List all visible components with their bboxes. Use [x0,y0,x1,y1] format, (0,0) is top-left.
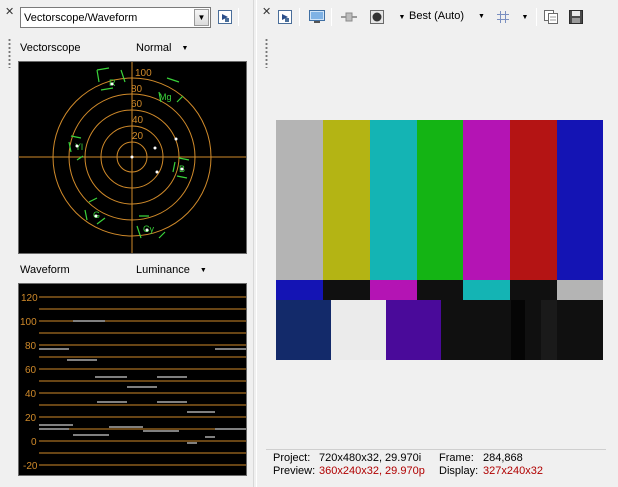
status-row-project: Project: 720x480x32, 29.970i Frame: 284,… [273,452,543,465]
preview-quality-value: Best (Auto) [409,10,465,22]
preview-quality-dropdown[interactable]: Best (Auto) ▼ [409,10,485,22]
ring-label: 60 [131,99,143,110]
scale-label: -20 [23,461,38,472]
frame-value: 284,868 [483,452,523,464]
display-label: Display: [439,465,479,477]
drag-grip-icon[interactable] [265,38,268,68]
preview-value: 360x240x32, 29.970p [319,465,425,477]
chevron-down-icon[interactable]: ▼ [194,9,209,26]
vectorscope-label: Vectorscope [20,42,81,54]
grid-icon [497,11,509,23]
color-bars-bottom [276,300,603,360]
toolbar-separator [238,8,239,26]
preview-settings-button[interactable] [276,8,294,26]
status-divider [266,449,606,450]
waveform-display: 120 100 80 60 40 20 0 -20 [18,283,247,476]
drag-grip-icon[interactable] [8,38,11,68]
vectorscope-mode-dropdown[interactable]: Normal ▼ [136,42,188,54]
ring-label: 40 [132,115,144,126]
external-monitor-button[interactable] [308,8,326,26]
project-label: Project: [273,452,311,464]
color-bars-middle [276,280,603,300]
scope-view-select-value: Vectorscope/Waveform [24,11,138,24]
close-icon[interactable]: ✕ [5,6,14,17]
overlay-icon [370,10,384,24]
grid-overlay-button[interactable] [494,8,512,26]
vectorscope-display: 100 80 60 40 20 R Mg B Cy G Yl [18,61,247,254]
status-row-preview: Preview: 360x240x32, 29.970p Display: 32… [273,465,543,478]
ring-label: 100 [135,68,152,79]
overlay-button[interactable] [368,8,386,26]
toolbar-separator [299,8,300,26]
display-value: 327x240x32 [483,465,543,477]
waveform-label: Waveform [20,264,70,276]
waveform-graph: 120 100 80 60 40 20 0 -20 [20,293,246,472]
settings-button[interactable] [216,8,234,26]
scale-label: 0 [31,437,37,448]
split-screen-button[interactable] [340,8,358,26]
waveform-mode-value: Luminance [136,264,190,276]
target-label: Mg [159,92,172,102]
copy-snapshot-button[interactable] [542,8,560,26]
pin-icon [218,10,232,24]
close-icon[interactable]: ✕ [262,6,271,17]
chevron-down-icon: ▼ [478,12,485,20]
color-bars [276,120,603,360]
scale-label: 40 [25,389,37,400]
toolbar-separator [536,8,537,26]
pin-icon [278,10,292,24]
vectorscope-graph: 100 80 60 40 20 R Mg B Cy G Yl [19,62,246,253]
waveform-mode-dropdown[interactable]: Luminance ▼ [136,264,207,276]
save-snapshot-button[interactable] [567,8,585,26]
vectorscope-mode-value: Normal [136,42,172,54]
scale-label: 20 [25,413,37,424]
video-preview-image[interactable] [276,120,603,360]
toolbar-separator [331,8,332,26]
project-value: 720x480x32, 29.970i [319,452,422,464]
copy-icon [544,10,558,24]
chevron-down-icon: ▼ [199,266,207,274]
chevron-down-icon: ▼ [181,44,189,52]
target-labels: R Mg B Cy G Yl [75,78,185,234]
scope-view-select[interactable]: Vectorscope/Waveform ▼ [20,7,211,28]
monitor-icon [309,10,325,23]
video-scopes-panel: ✕ Vectorscope/Waveform ▼ Vectorscope Nor… [0,0,253,487]
preview-status: Project: 720x480x32, 29.970i Frame: 284,… [273,452,543,478]
ring-label: 20 [132,131,144,142]
preview-label: Preview: [273,465,316,477]
scale-label: 120 [21,293,38,304]
split-icon [341,12,357,22]
waveform-grid [39,296,246,466]
scale-label: 80 [25,341,37,352]
waveform-traces [39,320,246,444]
scale-label: 60 [25,365,37,376]
color-bars-top [276,120,603,280]
waveform-scale-labels: 120 100 80 60 40 20 0 -20 [20,293,38,472]
target-label: Cy [143,224,154,234]
chevron-down-icon[interactable]: ▼ [516,8,534,26]
save-icon [569,10,583,24]
frame-label: Frame: [439,452,474,464]
ring-label: 80 [131,84,143,95]
scale-label: 100 [20,317,37,328]
